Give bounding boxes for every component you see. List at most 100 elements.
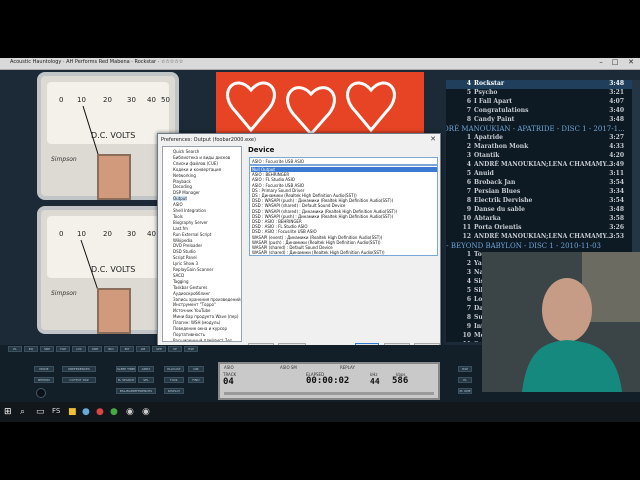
app-icon-red[interactable]: ● <box>96 407 104 417</box>
panel-toggle-button[interactable]: SP <box>168 346 182 352</box>
tree-item[interactable]: Biography Server <box>173 220 208 225</box>
playlist-row[interactable]: 5 Psycho 3:21 <box>446 89 640 98</box>
playlist-row[interactable]: 6I Fall Apart 4:07 <box>446 98 640 107</box>
playlist-row[interactable]: 8 Candy Paint 3:48 <box>446 116 640 125</box>
tree-item[interactable]: Расширенный плейлист 7еz <box>173 338 232 341</box>
foobar-icon[interactable]: ◉ <box>126 407 134 417</box>
tree-item[interactable]: Поведение окна и курсор <box>173 326 227 331</box>
tree-item[interactable]: Run External Script <box>173 232 211 237</box>
output-dsp-button[interactable]: OUTPUT DSP <box>62 377 96 383</box>
hsp-button[interactable]: HSP <box>458 366 472 372</box>
search-icon[interactable]: ⌕ <box>20 407 25 417</box>
tree-item[interactable]: Networking <box>173 173 196 178</box>
tree-item[interactable]: Quick Search <box>173 149 199 154</box>
tree-item[interactable]: Last.fm <box>173 226 188 231</box>
panel-toggle-button[interactable]: BIT <box>120 346 134 352</box>
webcam-presenter <box>482 252 640 392</box>
panel-toggle-button[interactable]: SEE <box>152 346 166 352</box>
tree-item[interactable]: Script Panel <box>173 255 197 260</box>
panel-toggle-button[interactable]: SBP <box>40 346 54 352</box>
panel-toggle-button[interactable]: TOP <box>56 346 70 352</box>
playlist-row[interactable]: 4 ANDRÉ MANOUKIAN;LENA CHAMAMY... 3:49 <box>446 161 640 170</box>
device-dropdown[interactable]: ASIO : Focusrite USB ASIO <box>249 157 438 165</box>
task-view-icon[interactable]: ▭ <box>36 407 45 417</box>
tree-item[interactable]: Decoding <box>173 184 192 189</box>
playlist-row[interactable]: 4 Rockstar 3:48 <box>446 80 640 89</box>
seek-bar[interactable] <box>224 392 434 395</box>
playlist-row[interactable]: 8 Electrik Dervishe 3:54 <box>446 197 640 206</box>
tree-item[interactable]: Инструмент "Торро" <box>173 302 216 307</box>
maximize-button[interactable]: □ <box>608 58 622 66</box>
app-icon-gray[interactable]: ◉ <box>142 407 150 417</box>
playlist-row[interactable]: 1 Apatride 3:27 <box>446 134 640 143</box>
tree-item[interactable]: Источник YouTube <box>173 308 211 313</box>
panel-toggle-button[interactable]: BIO <box>104 346 118 352</box>
playlist-row[interactable]: 7 Congratulations 3:40 <box>446 107 640 116</box>
power-knob[interactable] <box>36 388 46 398</box>
fs-app-icon[interactable]: FS <box>52 407 60 415</box>
device-option[interactable]: WASAPI (shared) : Динамики (Realtek High… <box>251 250 437 255</box>
browser-icon[interactable]: ● <box>82 407 90 417</box>
playlist-row[interactable]: 2 Marathon Monk 4:33 <box>446 143 640 152</box>
tree-item[interactable]: Tagging <box>173 279 189 284</box>
tree-item[interactable]: DSD Studio <box>173 249 196 254</box>
tree-item[interactable]: Библиотека и виды дисков <box>173 155 230 160</box>
tree-item[interactable]: SACD <box>173 273 184 278</box>
playlist-row[interactable]: 12 ANDRÉ MANOUKIAN;LENA CHAMAMY... 3:53 <box>446 233 640 242</box>
dialog-close-icon[interactable]: ✕ <box>430 135 436 143</box>
tree-item[interactable]: Playback <box>173 179 191 184</box>
playlist-row[interactable]: 3 Otantik 4:20 <box>446 152 640 161</box>
tree-item[interactable]: Wikipedia <box>173 238 193 243</box>
preferences-tree[interactable]: Quick Search Библиотека и виды дисков Спис… <box>162 146 242 342</box>
tree-item[interactable]: Списки файлов (CUE) <box>173 161 218 166</box>
tree-item[interactable]: Запись хранения произведений <box>173 297 241 302</box>
tree-item[interactable]: Output <box>173 196 187 202</box>
app-icon-green[interactable]: ● <box>110 407 118 417</box>
folder-icon[interactable]: ■ <box>68 407 77 417</box>
tree-item[interactable]: Аудиоскробблинг <box>173 291 210 296</box>
dir-button[interactable]: DIR <box>188 366 204 372</box>
playlist-row[interactable]: 5 Anuid 3:11 <box>446 170 640 179</box>
tree-item[interactable]: Портативность <box>173 332 205 337</box>
pl-search-button[interactable]: PL SEARCH <box>116 377 136 383</box>
tree-item[interactable]: DSP Manager <box>173 190 200 195</box>
playlist-row[interactable]: 9 Danse du sable 3:48 <box>446 206 640 215</box>
display-button[interactable]: DISPLAY <box>164 388 184 394</box>
bsl-preferences-button[interactable]: BSL-BGPREFERENCES <box>116 388 156 394</box>
preferences-button[interactable]: PREFERENCES <box>62 366 96 372</box>
playlist-row[interactable]: 11 Porta Orientis 3:26 <box>446 224 640 233</box>
playlist-button[interactable]: PLAYLIST <box>164 366 184 372</box>
sleep-timer-button[interactable]: SLEEP TIMER <box>116 366 136 372</box>
mode-button[interactable]: MODE <box>34 366 54 372</box>
tree-item[interactable]: Tools <box>173 214 183 219</box>
playlist-row[interactable]: 10 Abtarka 3:58 <box>446 215 640 224</box>
panel-toggle-button[interactable]: ONE <box>88 346 102 352</box>
tree-item[interactable]: Shell Integration <box>173 208 206 213</box>
tree-item[interactable]: Lyric Show 3 <box>173 261 198 266</box>
tree-item[interactable]: Taskbar Gestures <box>173 285 207 290</box>
playlist-row[interactable]: 6 Broback Jan 3:54 <box>446 179 640 188</box>
tree-item[interactable]: ASIO <box>173 202 183 207</box>
panel-toggle-button[interactable]: LIB <box>136 346 150 352</box>
sel-button[interactable]: SEL <box>138 377 154 383</box>
panel-toggle-button[interactable]: HSP <box>184 346 198 352</box>
close-button[interactable]: ✕ <box>624 58 638 66</box>
windows-start-icon[interactable]: ⊞ <box>4 407 12 417</box>
tree-item[interactable]: ReplayGain Scanner <box>173 267 213 272</box>
pl-button[interactable]: PL <box>458 377 472 383</box>
behind-button[interactable]: BEHIND <box>34 377 54 383</box>
pl-one-button[interactable]: PL ONE <box>458 388 472 394</box>
panel-toggle-button[interactable]: PL <box>8 346 22 352</box>
tree-item[interactable]: Плагин: WSH (модуль) <box>173 320 220 325</box>
apply-dsp-button[interactable]: APPLY <box>138 366 154 372</box>
minimize-button[interactable]: – <box>594 58 608 66</box>
tree-item[interactable]: Мини бар продукта Wave (пер) <box>173 314 238 319</box>
find-button[interactable]: FIND <box>188 377 204 383</box>
playlist-row[interactable]: 7 Persian Blues 3:34 <box>446 188 640 197</box>
tool-button[interactable]: TOOL <box>164 377 184 383</box>
tree-item[interactable]: Кодеки и конвертация <box>173 167 221 172</box>
panel-toggle-button[interactable]: LYR <box>72 346 86 352</box>
device-dropdown-list[interactable]: Null Output ASIO : BEHRINGER ASIO : FL Stu… <box>249 165 438 256</box>
tree-item[interactable]: DVD Preloader <box>173 243 202 248</box>
panel-toggle-button[interactable]: EQ <box>24 346 38 352</box>
